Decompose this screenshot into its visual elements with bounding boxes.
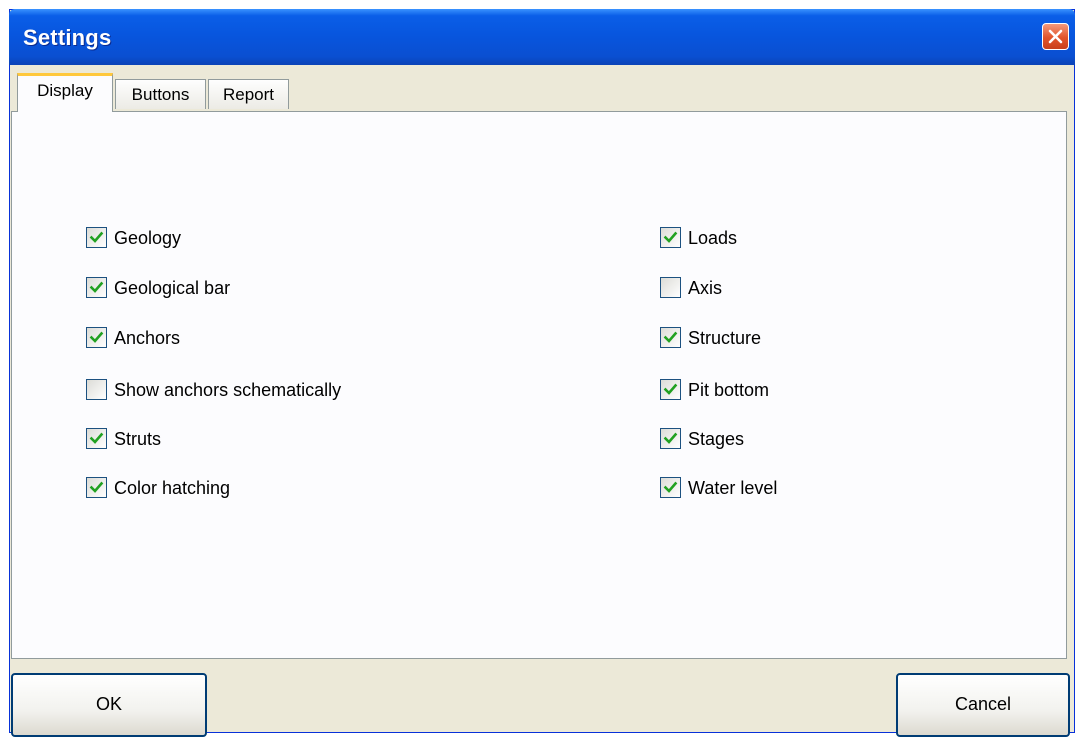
- checkbox-box[interactable]: [86, 428, 107, 449]
- checkbox-box[interactable]: [86, 379, 107, 400]
- checkmark-icon: [663, 231, 678, 243]
- tab-report-label: Report: [222, 85, 275, 104]
- tab-strip: Display Buttons Report: [11, 67, 1073, 112]
- checkbox-label: Pit bottom: [688, 380, 770, 400]
- tab-display[interactable]: Display: [17, 73, 113, 112]
- tab-report[interactable]: Report: [208, 79, 289, 109]
- tab-buttons-label: Buttons: [131, 85, 190, 104]
- checkbox-box[interactable]: [86, 227, 107, 248]
- checkbox-box[interactable]: [86, 327, 107, 348]
- checkbox-label: Geology: [114, 228, 182, 248]
- checkbox-box[interactable]: [660, 227, 681, 248]
- checkbox-label: Structure: [688, 328, 762, 348]
- checkbox-label: Struts: [114, 429, 162, 449]
- checkbox-label: Show anchors schematically: [114, 380, 342, 400]
- checkmark-icon: [663, 383, 678, 395]
- checkbox-label: Color hatching: [114, 478, 231, 498]
- checkbox-box[interactable]: [660, 327, 681, 348]
- tab-buttons[interactable]: Buttons: [115, 79, 206, 109]
- checkmark-icon: [89, 331, 104, 343]
- cancel-button[interactable]: Cancel: [896, 673, 1070, 737]
- checkbox-box[interactable]: [660, 379, 681, 400]
- checkbox-label: Loads: [688, 228, 738, 248]
- close-button[interactable]: [1042, 23, 1069, 50]
- checkmark-icon: [89, 432, 104, 444]
- checkbox-label: Axis: [688, 278, 723, 298]
- ok-button[interactable]: OK: [11, 673, 207, 737]
- checkbox-box[interactable]: [660, 428, 681, 449]
- title-bar[interactable]: Settings: [9, 9, 1075, 65]
- checkbox-label: Water level: [688, 478, 778, 498]
- window-title: Settings: [23, 25, 112, 50]
- checkmark-icon: [663, 481, 678, 493]
- checkmark-icon: [89, 281, 104, 293]
- checkbox-box[interactable]: [86, 277, 107, 298]
- checkmark-icon: [663, 331, 678, 343]
- tab-display-label: Display: [37, 81, 93, 100]
- checkbox-label: Geological bar: [114, 278, 231, 298]
- settings-dialog: Settings Display Buttons Report Geology …: [9, 9, 1075, 737]
- checkbox-label: Anchors: [114, 328, 181, 348]
- checkmark-icon: [89, 481, 104, 493]
- display-tab-panel: Geology Geological bar Anchors Show anch…: [11, 111, 1067, 659]
- checkbox-box[interactable]: [660, 277, 681, 298]
- checkmark-icon: [663, 432, 678, 444]
- checkbox-label: Stages: [688, 429, 745, 449]
- checkbox-box[interactable]: [86, 477, 107, 498]
- checkbox-box[interactable]: [660, 477, 681, 498]
- checkmark-icon: [89, 231, 104, 243]
